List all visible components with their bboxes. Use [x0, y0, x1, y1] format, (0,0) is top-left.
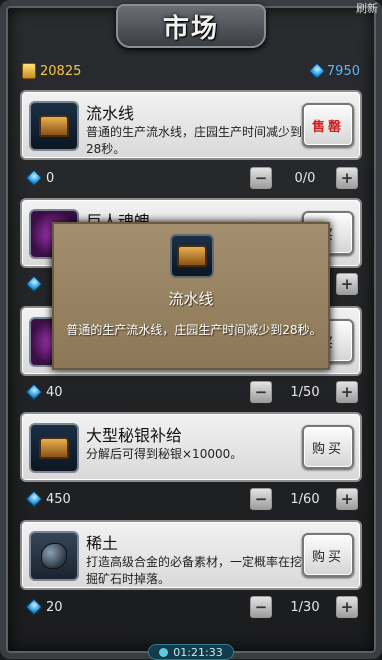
item-thumbnail	[29, 423, 79, 473]
shop-item-card: 稀土 打造高级合金的必备素材，一定概率在挖掘矿石时掉落。 购买	[20, 520, 362, 590]
decrease-quantity-button[interactable]: −	[250, 596, 272, 618]
purchase-row: 0 − 0/0 +	[25, 166, 358, 190]
gold-amount: 20825	[40, 63, 82, 79]
item-price: 20	[46, 599, 63, 615]
item-price: 0	[46, 170, 55, 186]
chest-icon	[177, 245, 207, 267]
increase-quantity-button[interactable]: +	[336, 381, 358, 403]
gem-balance: 7950	[308, 62, 360, 80]
gold-coin-icon	[22, 63, 36, 79]
decrease-quantity-button[interactable]: −	[250, 167, 272, 189]
popup-item-name: 流水线	[168, 290, 214, 308]
item-name: 大型秘银补给	[86, 426, 183, 445]
item-name: 稀土	[86, 534, 119, 553]
popup-item-description: 普通的生产流水线，庄园生产时间减少到28秒。	[66, 323, 322, 337]
gem-icon	[25, 383, 43, 401]
timer-text: 01:21:33	[173, 645, 223, 659]
increase-quantity-button[interactable]: +	[336, 596, 358, 618]
item-thumbnail	[29, 531, 79, 581]
countdown-timer: 01:21:33	[148, 644, 234, 660]
item-description: 打造高级合金的必备素材，一定概率在挖掘矿石时掉落。	[86, 555, 303, 586]
gem-icon	[308, 62, 326, 80]
item-thumbnail	[29, 101, 79, 151]
purchase-row: 450 − 1/60 +	[25, 487, 358, 511]
quantity-display: 1/60	[290, 491, 320, 507]
title-plate: 市场	[116, 4, 266, 48]
gem-icon	[25, 598, 43, 616]
item-tooltip-popup: 流水线 普通的生产流水线，庄园生产时间减少到28秒。	[52, 222, 330, 370]
gold-balance: 20825	[22, 63, 81, 79]
purchase-row: 20 − 1/30 +	[25, 595, 358, 619]
refresh-label[interactable]: 刷新	[356, 0, 378, 16]
decrease-quantity-button[interactable]: −	[250, 488, 272, 510]
page-title: 市场	[162, 13, 219, 44]
clock-icon	[159, 647, 169, 657]
buy-button[interactable]: 购买	[302, 425, 354, 469]
quantity-display: 1/30	[290, 599, 320, 615]
gem-amount: 7950	[326, 63, 360, 79]
shop-item-card: 流水线 普通的生产流水线，庄园生产时间减少到28秒。 售罄	[20, 90, 362, 160]
buy-button[interactable]: 购买	[302, 533, 354, 577]
quantity-display: 0/0	[294, 170, 316, 186]
gem-icon	[25, 275, 43, 293]
quantity-display: 1/50	[290, 384, 320, 400]
gem-icon	[25, 169, 43, 187]
item-description: 普通的生产流水线，庄园生产时间减少到28秒。	[86, 125, 303, 156]
popup-item-thumbnail	[170, 234, 214, 278]
currency-bar: 20825 7950	[22, 58, 360, 84]
decrease-quantity-button[interactable]: −	[250, 381, 272, 403]
item-description: 分解后可得到秘银×10000。	[86, 447, 243, 461]
gem-icon	[25, 490, 43, 508]
chest-icon	[39, 437, 69, 459]
ore-icon	[41, 543, 67, 569]
increase-quantity-button[interactable]: +	[336, 488, 358, 510]
increase-quantity-button[interactable]: +	[336, 273, 358, 295]
item-price: 40	[46, 384, 63, 400]
increase-quantity-button[interactable]: +	[336, 167, 358, 189]
shop-item-card: 大型秘银补给 分解后可得到秘银×10000。 购买	[20, 412, 362, 482]
item-name: 流水线	[86, 104, 135, 123]
item-price: 450	[46, 491, 71, 507]
sold-out-button[interactable]: 售罄	[302, 103, 354, 147]
purchase-row: 40 − 1/50 +	[25, 380, 358, 404]
chest-icon	[39, 115, 69, 137]
